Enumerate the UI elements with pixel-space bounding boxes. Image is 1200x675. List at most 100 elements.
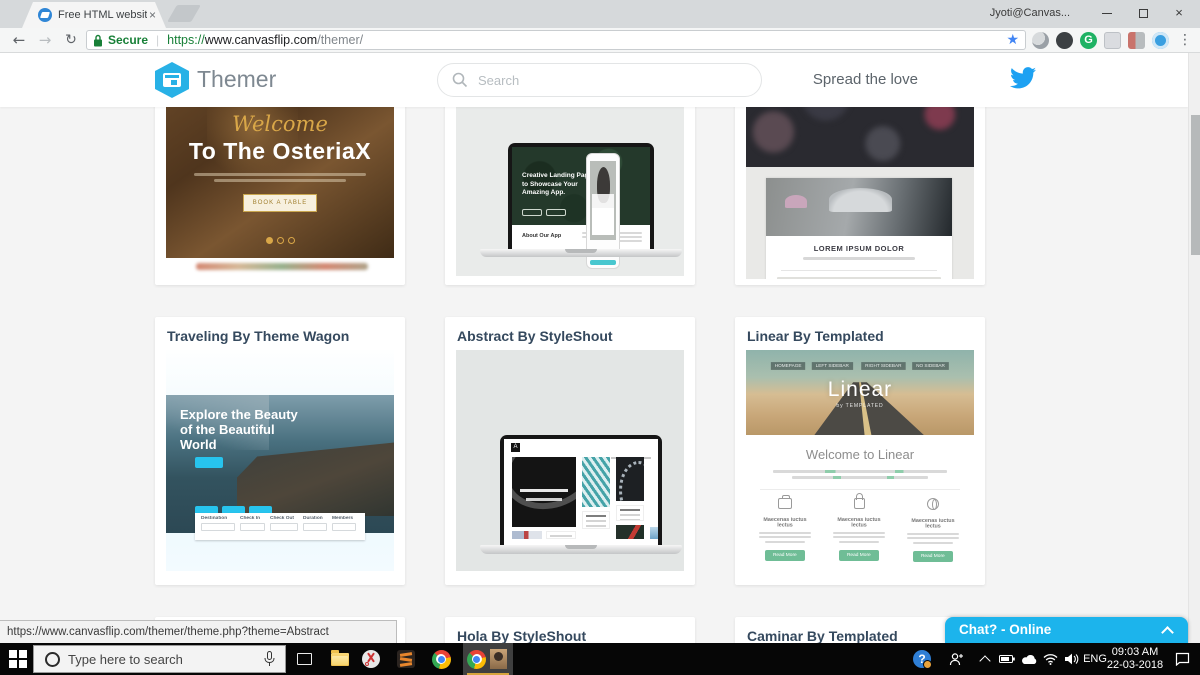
search-input[interactable]	[478, 72, 718, 88]
twitter-icon[interactable]	[1010, 67, 1036, 89]
bookmark-star-icon[interactable]: ★	[1006, 32, 1019, 48]
extension-icon-4[interactable]	[1104, 32, 1121, 49]
microphone-icon[interactable]	[264, 651, 275, 667]
clock-time: 09:03 AM	[1111, 646, 1159, 658]
address-bar[interactable]: Secure | https://www.canvasflip.com/them…	[86, 30, 1026, 50]
spectral-heading: LOREM IPSUM DOLOR	[813, 244, 905, 253]
site-header: Themer Spread the love	[0, 53, 1188, 107]
window-maximize-button[interactable]	[1126, 0, 1160, 26]
chrome-icon	[431, 649, 451, 669]
appshow-headline: Creative Landing Page to Showcase Your A…	[522, 172, 593, 196]
browser-tab-bar: Free HTML website temp × Jyoti@Canvas...…	[0, 0, 1200, 28]
read-more-button: Read More	[839, 549, 879, 561]
appshow-about: About Our App	[522, 233, 562, 239]
read-more-button: Read More	[913, 550, 953, 562]
action-center-icon[interactable]	[1168, 643, 1196, 675]
new-tab-button[interactable]	[167, 5, 201, 22]
traveling-booking-form: Destination Check In Check Out Duration …	[195, 513, 365, 540]
linear-preview: HOMEPAGE LEFT SIDEBAR RIGHT SIDEBAR NO SIDE…	[746, 350, 974, 572]
reload-button[interactable]: ↻	[60, 29, 82, 51]
extension-icon-5[interactable]	[1128, 32, 1145, 49]
osteria-book-button: BOOK A TABLE	[242, 194, 318, 212]
help-tray-icon[interactable]: ?	[909, 643, 935, 675]
folder-icon	[331, 649, 349, 666]
template-card-linear[interactable]: Linear By Templated HOMEPAGE LEFT SIDEBAR…	[735, 317, 985, 585]
card-title: Hola By StyleShout	[457, 628, 587, 643]
linear-welcome-heading: Welcome to Linear	[805, 447, 915, 462]
card-title: Traveling By Theme Wagon	[167, 328, 350, 344]
window-thumbnail	[490, 649, 507, 669]
laptop-mockup: A	[500, 435, 662, 545]
chevron-up-icon[interactable]	[1161, 626, 1174, 639]
start-button[interactable]	[9, 650, 27, 668]
share-label: Spread the love	[812, 71, 918, 88]
extension-icon-6[interactable]	[1152, 32, 1169, 49]
taskbar-search-input[interactable]	[68, 651, 248, 667]
back-button[interactable]: ←	[8, 29, 30, 51]
browser-profile-label[interactable]: Jyoti@Canvas...	[990, 7, 1070, 19]
window-close-button[interactable]: ×	[1162, 0, 1196, 26]
secure-label: Secure	[108, 33, 149, 47]
linear-hero-title: Linear	[827, 378, 893, 401]
scissors-icon	[362, 650, 380, 668]
osteria-carousel-dots	[166, 232, 394, 250]
scrollbar-thumb[interactable]	[1190, 115, 1200, 255]
globe-icon	[927, 498, 939, 510]
chrome-active-window-button[interactable]	[463, 643, 513, 675]
battery-icon[interactable]	[996, 643, 1018, 675]
window-minimize-button[interactable]	[1090, 0, 1124, 26]
osteria-script-word: Welcome	[232, 112, 328, 136]
abstract-preview: A	[456, 350, 684, 571]
template-card-traveling[interactable]: Traveling By Theme Wagon Explore the Bea…	[155, 317, 405, 585]
browser-toolbar: ← → ↻ Secure | https://www.canvasflip.co…	[0, 28, 1200, 53]
taskbar-clock[interactable]: 09:03 AM 22-03-2018	[1104, 643, 1166, 675]
url-text: https://www.canvasflip.com/themer/	[167, 33, 364, 47]
brand-title: Themer	[197, 66, 277, 92]
people-icon[interactable]	[944, 643, 968, 675]
cortana-icon	[45, 651, 60, 667]
read-more-button: Read More	[765, 549, 805, 561]
chrome-button[interactable]	[428, 647, 454, 671]
browser-menu-icon[interactable]: ⋮	[1176, 30, 1194, 51]
volume-icon[interactable]	[1061, 643, 1082, 675]
snipping-tool-button[interactable]	[358, 647, 384, 671]
abstract-site-logo: A	[511, 443, 520, 452]
site-search[interactable]	[437, 63, 762, 97]
task-view-button[interactable]	[291, 647, 317, 671]
chat-label: Chat? - Online	[959, 622, 1052, 637]
osteria-title: To The OsteriaX	[188, 138, 372, 164]
file-explorer-button[interactable]	[327, 647, 353, 671]
extension-icon-2[interactable]	[1056, 32, 1073, 49]
card-title: Caminar By Templated	[747, 628, 898, 643]
forward-button[interactable]: →	[34, 29, 56, 51]
laptop-mockup: Creative Landing Page to Showcase Your A…	[508, 143, 654, 249]
page-scrollbar[interactable]	[1188, 53, 1200, 643]
themer-logo-icon[interactable]	[155, 62, 189, 98]
tray-expand-chevron-icon[interactable]	[974, 643, 996, 675]
extension-icon-1[interactable]	[1032, 32, 1049, 49]
onedrive-cloud-icon[interactable]	[1018, 643, 1040, 675]
wifi-icon[interactable]	[1040, 643, 1061, 675]
linear-hero-subtitle: by TEMPLATED	[836, 403, 884, 409]
traveling-preview: Explore the Beauty of the Beautiful Worl…	[166, 350, 394, 571]
browser-tab[interactable]: Free HTML website temp ×	[22, 2, 166, 28]
linear-nav: HOMEPAGE LEFT SIDEBAR RIGHT SIDEBAR NO SIDE…	[746, 354, 974, 372]
template-card-abstract[interactable]: Abstract By StyleShout A	[445, 317, 695, 585]
windows-taskbar: ? ENG 09:03 AM22-03-2018	[0, 643, 1200, 675]
sublime-text-button[interactable]	[393, 647, 419, 671]
page-viewport: Welcome To The OsteriaX BOOK A TABLE Cre…	[0, 53, 1200, 643]
status-bar-url: https://www.canvasflip.com/themer/theme.…	[0, 620, 397, 643]
chat-widget[interactable]: Chat? - Online	[945, 617, 1188, 643]
card-title: Linear By Templated	[747, 328, 884, 344]
clock-date: 22-03-2018	[1106, 659, 1164, 671]
search-icon	[452, 72, 468, 88]
card-title: Abstract By StyleShout	[457, 328, 613, 344]
grammarly-extension-icon[interactable]: G	[1080, 32, 1097, 49]
umbrella-photo	[766, 178, 952, 236]
traveling-cta-button	[195, 457, 223, 468]
taskbar-search[interactable]	[33, 645, 286, 673]
lock-icon	[854, 493, 865, 509]
tab-close-icon[interactable]: ×	[149, 8, 156, 22]
template-card-hola[interactable]: Hola By StyleShout	[445, 617, 695, 643]
tab-title: Free HTML website temp	[58, 9, 147, 21]
